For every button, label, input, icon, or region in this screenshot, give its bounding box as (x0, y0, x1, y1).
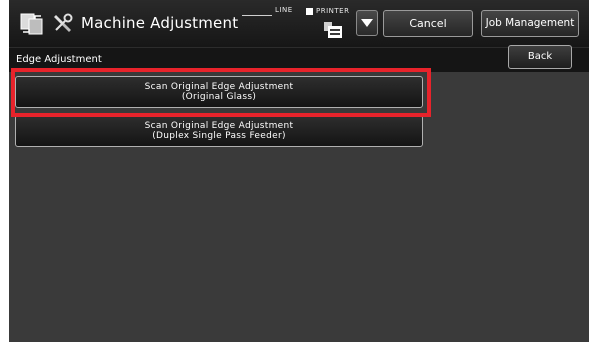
back-button[interactable]: Back (508, 45, 572, 69)
printer-status-square (306, 8, 313, 15)
sub-header-bar: Edge Adjustment (9, 47, 589, 72)
option-label-line2: (Original Glass) (181, 92, 257, 102)
option-label-line1: Scan Original Edge Adjustment (144, 82, 294, 92)
job-management-button[interactable]: Job Management (481, 10, 579, 37)
cancel-button[interactable]: Cancel (383, 10, 473, 37)
screen: Machine Adjustment LINE PRINTER Cancel J… (9, 0, 589, 342)
printer-icon (322, 20, 344, 40)
copy-mode-icon[interactable] (19, 11, 45, 37)
triangle-down-icon (361, 19, 373, 27)
line-label: LINE (275, 6, 293, 14)
printer-label: PRINTER (316, 7, 350, 15)
adjustment-tools-icon (52, 12, 74, 34)
top-bar: Machine Adjustment LINE PRINTER Cancel J… (9, 0, 589, 47)
option-label-line2: (Duplex Single Pass Feeder) (152, 131, 286, 141)
page-title: Edge Adjustment (16, 54, 102, 65)
scan-edge-original-glass-button[interactable]: Scan Original Edge Adjustment (Original … (15, 76, 423, 108)
app-title: Machine Adjustment (81, 14, 239, 32)
line-indicator-rule (242, 15, 272, 16)
option-label-line1: Scan Original Edge Adjustment (144, 121, 294, 131)
scan-edge-duplex-feeder-button[interactable]: Scan Original Edge Adjustment (Duplex Si… (15, 115, 423, 147)
dropdown-button[interactable] (356, 10, 378, 36)
